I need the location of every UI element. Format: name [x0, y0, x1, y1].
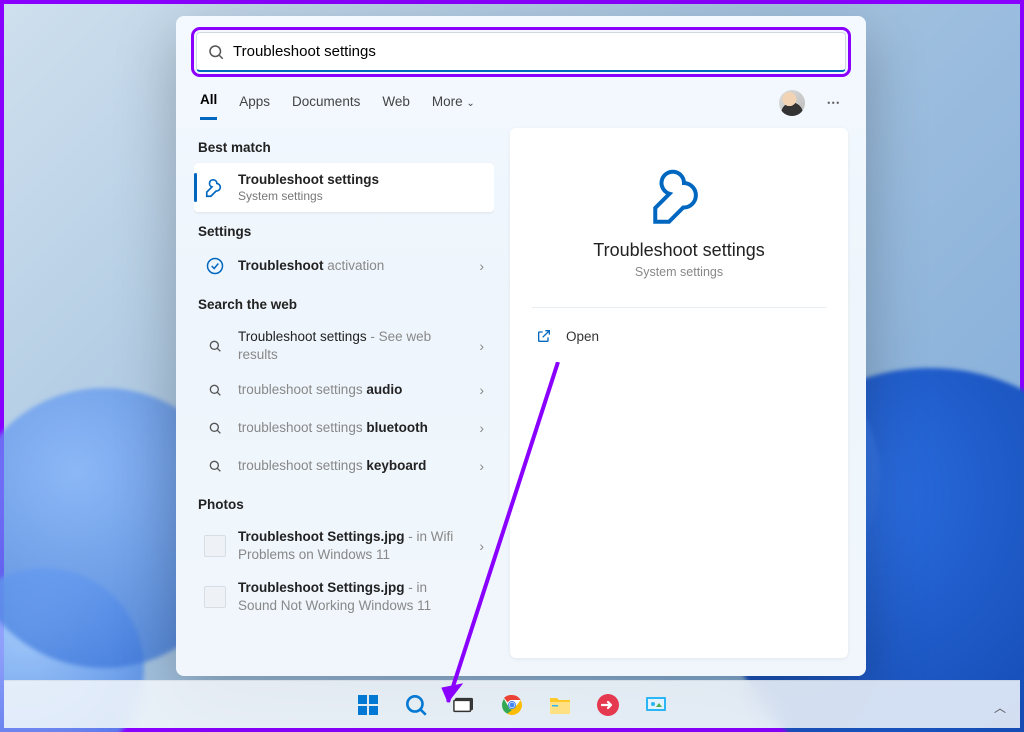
- divider: [532, 307, 826, 308]
- wrench-icon: [649, 168, 709, 228]
- tab-apps[interactable]: Apps: [239, 88, 270, 119]
- result-photo-item[interactable]: Troubleshoot Settings.jpg - in Sound Not…: [194, 571, 494, 622]
- results-column: Best match Troubleshoot settings System …: [194, 128, 494, 658]
- section-web: Search the web: [198, 297, 490, 312]
- chevron-right-icon: ›: [479, 338, 484, 354]
- search-bar[interactable]: [196, 32, 846, 72]
- result-best-match[interactable]: Troubleshoot settings System settings: [194, 163, 494, 212]
- chevron-down-icon: ⌄: [466, 98, 474, 109]
- open-label: Open: [566, 329, 599, 344]
- chevron-up-icon[interactable]: ︿: [994, 699, 1006, 716]
- result-web-item[interactable]: Troubleshoot settings - See web results …: [194, 320, 494, 371]
- app2-icon[interactable]: [636, 685, 676, 725]
- result-title: Troubleshoot settings: [238, 171, 484, 189]
- section-settings: Settings: [198, 224, 490, 239]
- chevron-right-icon: ›: [479, 420, 484, 436]
- check-circle-icon: [204, 255, 226, 277]
- image-thumb-icon: [204, 586, 226, 608]
- image-thumb-icon: [204, 535, 226, 557]
- result-subtitle: System settings: [238, 189, 484, 205]
- search-icon: [204, 455, 226, 477]
- result-settings-item[interactable]: Troubleshoot activation ›: [194, 247, 494, 285]
- detail-card: Troubleshoot settings System settings Op…: [510, 128, 848, 658]
- chevron-right-icon: ›: [479, 382, 484, 398]
- section-best-match: Best match: [198, 140, 490, 155]
- taskbar: ︿: [4, 680, 1020, 728]
- chrome-icon[interactable]: [492, 685, 532, 725]
- tab-web[interactable]: Web: [382, 88, 410, 119]
- detail-title: Troubleshoot settings: [593, 240, 764, 261]
- start-search-panel: All Apps Documents Web More ⌄ ⋯ Best mat…: [176, 16, 866, 676]
- open-button[interactable]: Open: [532, 322, 826, 350]
- result-web-item[interactable]: troubleshoot settings keyboard ›: [194, 447, 494, 485]
- search-icon: [207, 43, 225, 61]
- chevron-right-icon: ›: [479, 258, 484, 274]
- search-icon: [204, 379, 226, 401]
- result-web-item[interactable]: troubleshoot settings bluetooth ›: [194, 409, 494, 447]
- chevron-right-icon: ›: [479, 458, 484, 474]
- tab-more[interactable]: More ⌄: [432, 88, 475, 119]
- search-icon: [204, 417, 226, 439]
- search-icon: [204, 335, 226, 357]
- user-avatar[interactable]: [779, 90, 805, 116]
- tab-documents[interactable]: Documents: [292, 88, 360, 119]
- result-photo-item[interactable]: Troubleshoot Settings.jpg - in Wifi Prob…: [194, 520, 494, 571]
- wrench-icon: [204, 177, 226, 199]
- search-icon[interactable]: [396, 685, 436, 725]
- detail-subtitle: System settings: [635, 265, 723, 279]
- start-icon[interactable]: [348, 685, 388, 725]
- chevron-right-icon: ›: [479, 589, 484, 605]
- open-external-icon: [536, 328, 552, 344]
- app1-icon[interactable]: [588, 685, 628, 725]
- task-view-icon[interactable]: [444, 685, 484, 725]
- search-input[interactable]: [233, 43, 835, 60]
- section-photos: Photos: [198, 497, 490, 512]
- filter-tabs: All Apps Documents Web More ⌄ ⋯: [176, 80, 866, 120]
- more-button[interactable]: ⋯: [827, 95, 843, 111]
- chevron-right-icon: ›: [479, 538, 484, 554]
- tab-all[interactable]: All: [200, 86, 217, 120]
- file-explorer-icon[interactable]: [540, 685, 580, 725]
- result-web-item[interactable]: troubleshoot settings audio ›: [194, 371, 494, 409]
